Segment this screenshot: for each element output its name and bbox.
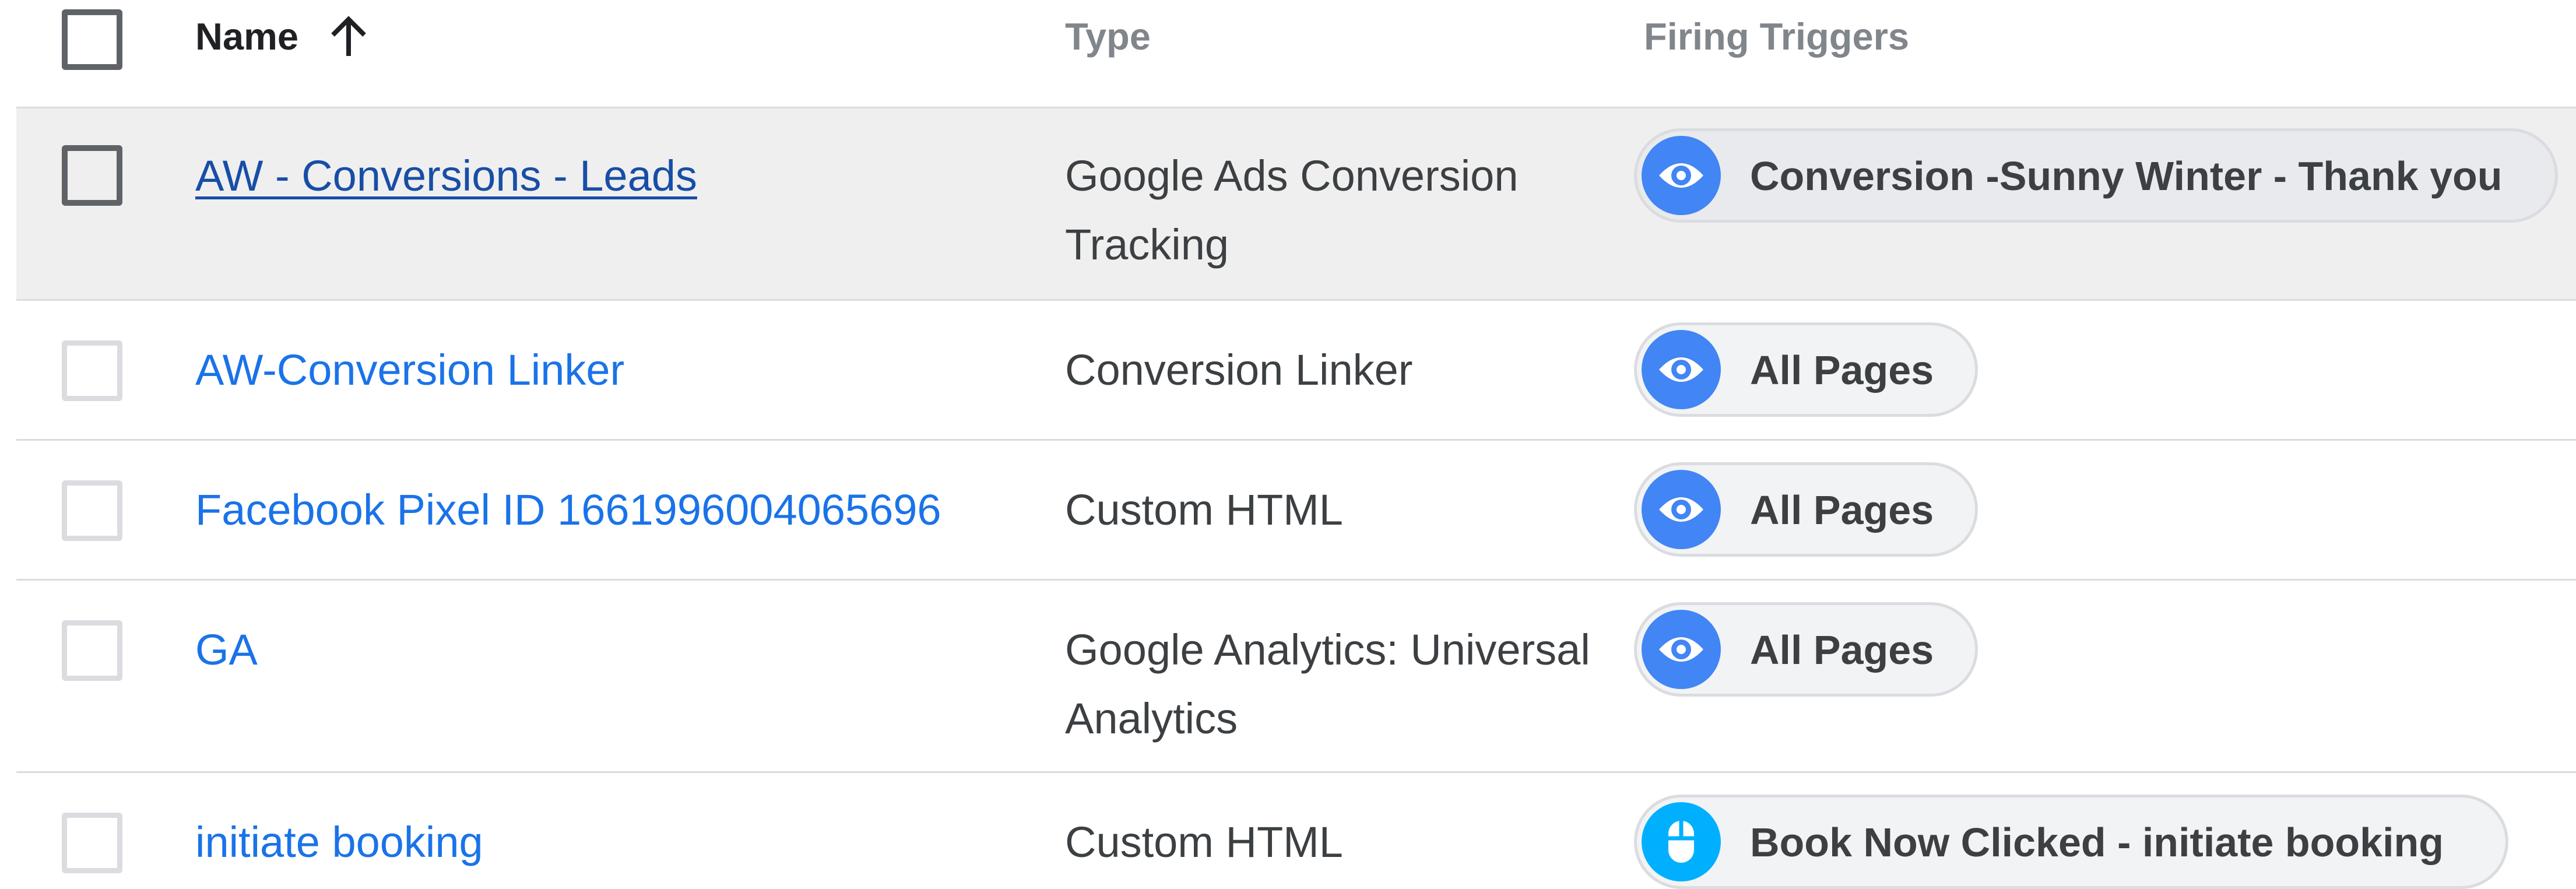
tag-name-link[interactable]: GA [195,616,258,684]
trigger-chip[interactable]: All Pages [1634,602,1978,697]
select-all-checkbox[interactable] [62,9,122,70]
tags-table: Name Type Firing Triggers AW - Conversio… [0,0,2576,889]
eye-icon [1642,470,1721,549]
tag-name-link[interactable]: AW - Conversions - Leads [195,142,697,210]
row-checkbox[interactable] [62,813,122,873]
tag-name-link[interactable]: initiate booking [195,808,483,877]
sort-ascending-icon[interactable] [328,13,369,59]
trigger-chip[interactable]: Conversion -Sunny Winter - Thank you [1634,128,2558,223]
row-checkbox[interactable] [62,620,122,681]
tag-name-link[interactable]: AW-Conversion Linker [195,336,624,405]
name-column-header[interactable]: Name [195,15,298,59]
row-checkbox[interactable] [62,340,122,401]
table-row[interactable]: AW - Conversions - Leads Google Ads Conv… [16,108,2576,301]
row-checkbox[interactable] [62,480,122,541]
tag-type: Google Ads Conversion Tracking [1065,152,1519,269]
table-row[interactable]: AW-Conversion Linker Conversion Linker A… [16,301,2576,441]
table-row[interactable]: GA Google Analytics: Universal Analytics… [16,581,2576,773]
type-column-header: Type [1065,15,1151,58]
trigger-chip[interactable]: Book Now Clicked - initiate booking [1634,795,2508,889]
table-row[interactable]: Facebook Pixel ID 1661996004065696 Custo… [16,441,2576,581]
table-row[interactable]: initiate booking Custom HTML Book Now Cl… [16,773,2576,889]
trigger-chip[interactable]: All Pages [1634,462,1978,557]
trigger-label: Book Now Clicked - initiate booking [1750,820,2444,865]
trigger-label: Conversion -Sunny Winter - Thank you [1750,153,2503,199]
trigger-label: All Pages [1750,627,1934,673]
triggers-column-header: Firing Triggers [1644,15,1910,58]
mouse-icon [1642,802,1721,881]
tag-name-link[interactable]: Facebook Pixel ID 1661996004065696 [195,476,941,544]
tag-type: Custom HTML [1065,486,1343,534]
trigger-chip[interactable]: All Pages [1634,322,1978,417]
table-header: Name Type Firing Triggers [16,0,2576,108]
tag-type: Google Analytics: Universal Analytics [1065,626,1590,743]
tag-type: Conversion Linker [1065,346,1413,394]
tag-type: Custom HTML [1065,818,1343,866]
trigger-label: All Pages [1750,347,1934,393]
eye-icon [1642,610,1721,689]
trigger-label: All Pages [1750,487,1934,533]
eye-icon [1642,136,1721,215]
row-checkbox[interactable] [62,145,122,206]
eye-icon [1642,330,1721,409]
